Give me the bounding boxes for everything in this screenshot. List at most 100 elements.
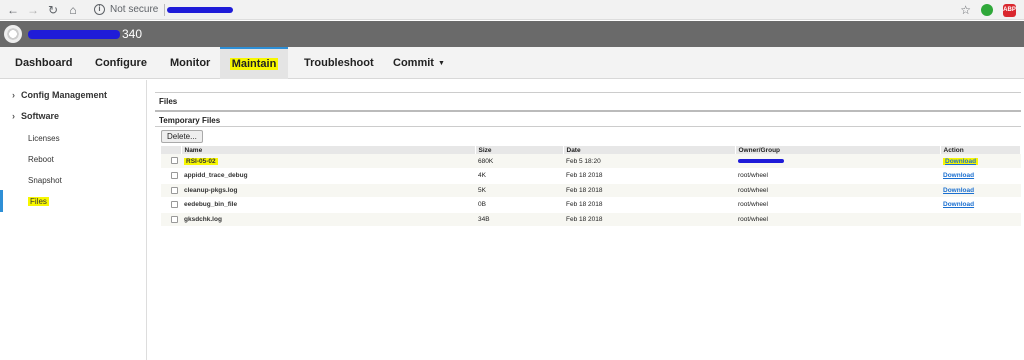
file-size: 34B [475, 212, 563, 227]
back-icon[interactable]: ← [6, 3, 20, 17]
row-checkbox-cell [161, 212, 181, 227]
divider [155, 126, 1021, 127]
download-link[interactable]: Download [943, 157, 979, 165]
sidebar: › Config Management › Software Licenses … [0, 80, 147, 360]
row-checkbox[interactable] [171, 172, 178, 180]
sidebar-item-reboot[interactable]: Reboot [28, 155, 54, 164]
file-date: Feb 18 2018 [563, 168, 735, 184]
action-cell [940, 212, 1021, 227]
reload-icon[interactable]: ↻ [46, 3, 60, 17]
row-checkbox[interactable] [171, 186, 178, 194]
redacted-hostname [28, 29, 120, 39]
row-checkbox[interactable] [171, 201, 178, 209]
delete-button[interactable]: Delete... [161, 130, 203, 143]
file-owner: root/wheel [735, 183, 940, 198]
info-icon[interactable]: i [94, 4, 105, 15]
column-header-date[interactable]: Date [563, 146, 736, 154]
column-header-owner[interactable]: Owner/Group [735, 146, 941, 154]
extension-icon[interactable] [981, 4, 993, 16]
file-size: 680K [475, 154, 563, 169]
table-row: eedebug_bin_file 0B Feb 18 2018 root/whe… [161, 197, 1021, 213]
file-name-cell: cleanup-pkgs.log [181, 183, 475, 198]
caret-down-icon: ▼ [437, 59, 445, 67]
sidebar-group-software[interactable]: › Software [12, 111, 59, 121]
star-icon[interactable]: ☆ [960, 3, 971, 17]
table-row: cleanup-pkgs.log 5K Feb 18 2018 root/whe… [161, 183, 1021, 198]
files-table: Name Size Date Owner/Group Action RSI-05… [161, 146, 1021, 227]
action-cell: Download [940, 154, 1021, 169]
tab-dashboard[interactable]: Dashboard [15, 47, 72, 79]
chevron-right-icon: › [12, 90, 15, 100]
file-name-cell: eedebug_bin_file [181, 197, 475, 213]
file-size: 4K [475, 168, 563, 184]
sidebar-group-label: Config Management [21, 90, 108, 100]
browser-toolbar: ← → ↻ ⌂ i Not secure ☆ ABP [0, 0, 1024, 20]
file-date: Feb 18 2018 [563, 212, 735, 227]
chevron-right-icon: › [12, 111, 15, 121]
subsection-title: Temporary Files [159, 116, 221, 125]
action-cell: Download [940, 197, 1021, 213]
logo-icon [4, 25, 22, 43]
main-nav: Dashboard Configure Monitor Maintain Tro… [0, 47, 1024, 79]
redacted-owner [738, 158, 784, 163]
file-size: 0B [475, 197, 563, 213]
file-size: 5K [475, 183, 563, 198]
browser-actions: ☆ ABP [960, 3, 1016, 17]
row-checkbox-cell [161, 183, 181, 198]
hostname-suffix: 340 [122, 27, 143, 41]
sidebar-item-licenses[interactable]: Licenses [28, 134, 60, 143]
table-row: RSI-05-02 680K Feb 5 18:20 Download [161, 154, 1021, 169]
sidebar-item-files[interactable]: Files [28, 197, 49, 206]
tab-maintain[interactable]: Maintain [220, 47, 288, 79]
file-owner: root/wheel [735, 212, 940, 227]
sidebar-item-snapshot[interactable]: Snapshot [28, 176, 62, 185]
tab-troubleshoot[interactable]: Troubleshoot [304, 47, 374, 79]
row-checkbox[interactable] [171, 157, 178, 165]
section-title: Files [159, 97, 178, 106]
download-link[interactable]: Download [943, 201, 974, 208]
tab-label: Dashboard [15, 57, 73, 69]
home-icon[interactable]: ⌂ [66, 3, 80, 17]
table-row: gksdchk.log 34B Feb 18 2018 root/wheel [161, 212, 1021, 227]
tab-configure[interactable]: Configure [95, 47, 147, 79]
file-name: eedebug_bin_file [184, 201, 238, 209]
row-checkbox[interactable] [171, 215, 178, 223]
tab-label: Maintain [229, 58, 279, 70]
column-header-action: Action [940, 146, 1021, 154]
table-header-row: Name Size Date Owner/Group Action [161, 146, 1021, 154]
file-name: gksdchk.log [184, 215, 222, 223]
file-date: Feb 18 2018 [563, 183, 735, 198]
tab-monitor[interactable]: Monitor [170, 47, 210, 79]
sidebar-group-config-management[interactable]: › Config Management [12, 90, 107, 100]
forward-icon[interactable]: → [26, 3, 40, 17]
tab-label: Configure [95, 57, 147, 69]
file-date: Feb 5 18:20 [563, 154, 735, 169]
action-cell: Download [940, 168, 1021, 184]
file-owner: root/wheel [735, 197, 940, 213]
file-date: Feb 18 2018 [563, 197, 735, 213]
sidebar-item-label: Files [28, 197, 49, 206]
tab-label: Monitor [170, 57, 211, 69]
download-link[interactable]: Download [943, 172, 974, 179]
divider [155, 110, 1021, 112]
row-checkbox-cell [161, 197, 181, 213]
select-column-header [161, 146, 182, 154]
address-divider [164, 3, 166, 16]
redacted-url[interactable] [167, 6, 234, 13]
row-checkbox-cell [161, 154, 181, 169]
file-owner-cell [735, 154, 940, 169]
tab-label: Troubleshoot [304, 57, 374, 69]
download-link[interactable]: Download [943, 187, 974, 194]
adblock-icon[interactable]: ABP [1003, 3, 1016, 17]
table-row: appidd_trace_debug 4K Feb 18 2018 root/w… [161, 168, 1021, 184]
file-name-cell: gksdchk.log [181, 212, 475, 227]
file-name-cell: appidd_trace_debug [181, 168, 475, 184]
column-header-name[interactable]: Name [181, 146, 476, 154]
security-label: Not secure [110, 4, 159, 15]
file-name: RSI-05-02 [184, 157, 218, 165]
tab-commit[interactable]: Commit ▼ [393, 47, 445, 79]
file-name: appidd_trace_debug [184, 172, 248, 180]
file-name-cell: RSI-05-02 [181, 154, 475, 169]
action-cell: Download [940, 183, 1021, 198]
column-header-size[interactable]: Size [475, 146, 564, 154]
